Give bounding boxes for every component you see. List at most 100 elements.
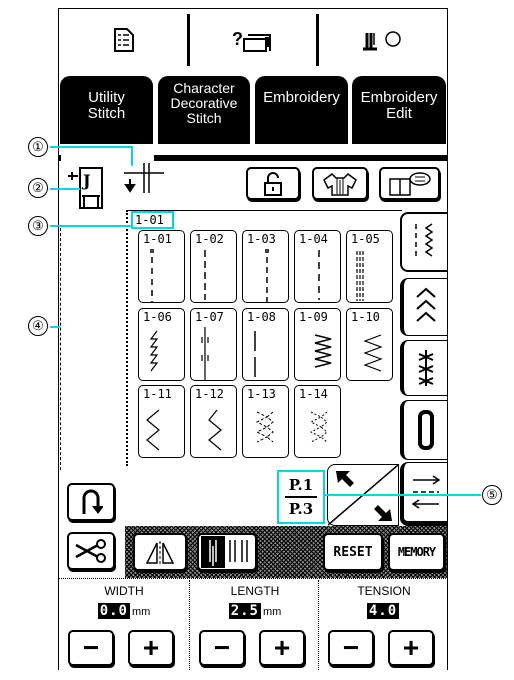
increase-tension-button[interactable]: +: [388, 630, 434, 666]
book-speech-icon: [388, 171, 431, 196]
increase-width-button[interactable]: +: [128, 630, 174, 666]
divider: [316, 14, 319, 66]
shirt-icon: [323, 172, 357, 196]
setting-value: 0.0 mm: [97, 603, 151, 619]
category-tab-overcasting[interactable]: [400, 278, 447, 336]
setting-value: 4.0: [366, 603, 400, 619]
manual-button[interactable]: [60, 18, 188, 62]
current-page: P.1: [285, 474, 317, 498]
decrease-tension-button[interactable]: −: [328, 630, 374, 666]
minus-icon: −: [342, 632, 360, 663]
tab-embroidery[interactable]: Embroidery: [255, 76, 348, 144]
stitch-button[interactable]: 1-09: [294, 308, 341, 381]
category-tab-straight-zigzag[interactable]: [400, 212, 447, 272]
single-twin-needle-icon: [201, 536, 248, 568]
page-indicator: P.1 P.3: [277, 470, 325, 524]
stitch-pattern-icon: [150, 249, 154, 303]
callout-line: [50, 326, 60, 328]
stitch-button[interactable]: 1-12: [190, 385, 237, 458]
callout-2: ②: [28, 178, 48, 198]
stitch-pattern-icon: [363, 334, 383, 372]
decrease-length-button[interactable]: −: [199, 630, 245, 666]
plus-icon: +: [273, 632, 291, 663]
stitch-pattern-icon: [204, 250, 206, 300]
stitch-button[interactable]: 1-11: [138, 385, 185, 458]
mirror-button[interactable]: [133, 533, 187, 571]
total-pages: P.3: [288, 500, 314, 518]
machine-help-button[interactable]: [379, 167, 440, 200]
unlock-icon: [264, 171, 282, 196]
stitch-button[interactable]: 1-10: [346, 308, 393, 381]
stitch-button[interactable]: 1-13: [242, 385, 289, 458]
stitch-button[interactable]: 1-08: [242, 308, 289, 381]
stitch-pattern-icon: [309, 411, 328, 443]
stitch-button[interactable]: 1-02: [190, 230, 237, 303]
lock-button[interactable]: [246, 167, 300, 200]
help-machine-icon: ?: [232, 29, 271, 52]
svg-text:?: ?: [232, 29, 243, 49]
needle-mode-button[interactable]: [197, 533, 257, 571]
needle-down-icon: [124, 163, 164, 193]
memory-button[interactable]: MEMORY: [388, 533, 445, 571]
minus-icon: −: [213, 632, 231, 663]
tab-underline: [154, 155, 448, 161]
page-down-button[interactable]: [363, 495, 399, 526]
thread-cutter-button[interactable]: [67, 532, 115, 570]
needle-position-indicator: [122, 163, 166, 199]
callout-line: [131, 146, 133, 166]
page-up-button[interactable]: [327, 464, 363, 495]
manual-icon: [114, 28, 134, 52]
stitch-pattern-icon: [149, 330, 159, 372]
stitch-pattern-icon: [314, 334, 332, 368]
callout-5: ⑤: [482, 485, 502, 505]
tab-character-decorative-stitch[interactable]: Character Decorative Stitch: [158, 76, 250, 144]
tab-utility-stitch[interactable]: Utility Stitch: [60, 76, 153, 144]
stitch-pattern-icon: [318, 250, 320, 300]
setting-label: TENSION: [357, 584, 411, 598]
stitch-pattern-icon: [265, 249, 269, 303]
category-tab-buttonhole[interactable]: [400, 400, 447, 460]
plus-icon: +: [402, 632, 420, 663]
stitch-pattern-icon: [255, 411, 274, 443]
reset-button[interactable]: RESET: [323, 533, 383, 571]
stitch-button[interactable]: 1-05: [346, 230, 393, 303]
category-tab-decorative[interactable]: [400, 340, 447, 396]
scissors-icon: [75, 539, 106, 563]
selected-stitch-number: 1-01: [131, 211, 174, 229]
stitch-pattern-icon: [146, 409, 160, 451]
decorative-stitch-icon: [418, 350, 433, 386]
stitch-pattern-icon: [201, 327, 209, 381]
svg-text:J: J: [81, 171, 91, 190]
stitch-pattern-icon: [208, 409, 222, 451]
tab-embroidery-edit[interactable]: Embroidery Edit: [352, 76, 446, 144]
sewing-guide-button[interactable]: [312, 167, 368, 200]
help-button[interactable]: ?: [190, 18, 317, 62]
direction-arrows-icon: [411, 475, 440, 509]
reverse-stitch-icon: [82, 489, 103, 514]
stitch-pattern-icon: [356, 251, 364, 301]
stitch-button[interactable]: 1-14: [294, 385, 341, 458]
setting-label: LENGTH: [230, 584, 280, 598]
straight-zigzag-icon: [414, 223, 433, 260]
stitch-pattern-icon: [254, 331, 256, 377]
decrease-width-button[interactable]: −: [68, 630, 114, 666]
buttonhole-icon: [417, 410, 434, 450]
divider: [58, 578, 448, 579]
setting-label: WIDTH: [104, 584, 144, 598]
thread-change-icon: [362, 31, 401, 51]
thread-change-button[interactable]: [320, 18, 447, 62]
stitch-button[interactable]: 1-03: [242, 230, 289, 303]
increase-length-button[interactable]: +: [259, 630, 305, 666]
stitch-button[interactable]: 1-06: [138, 308, 185, 381]
stitch-button[interactable]: 1-01: [138, 230, 185, 303]
callout-4: ④: [28, 316, 48, 336]
plus-icon: +: [142, 632, 160, 663]
callout-line: [50, 146, 133, 148]
setting-value: 2.5 mm: [228, 603, 282, 619]
stitch-button[interactable]: 1-04: [294, 230, 341, 303]
minus-icon: −: [82, 632, 100, 663]
callout-3: ③: [28, 216, 48, 236]
stitch-button[interactable]: 1-07: [190, 308, 237, 381]
mirror-icon: [145, 541, 175, 565]
reverse-stitch-button[interactable]: [67, 483, 115, 521]
